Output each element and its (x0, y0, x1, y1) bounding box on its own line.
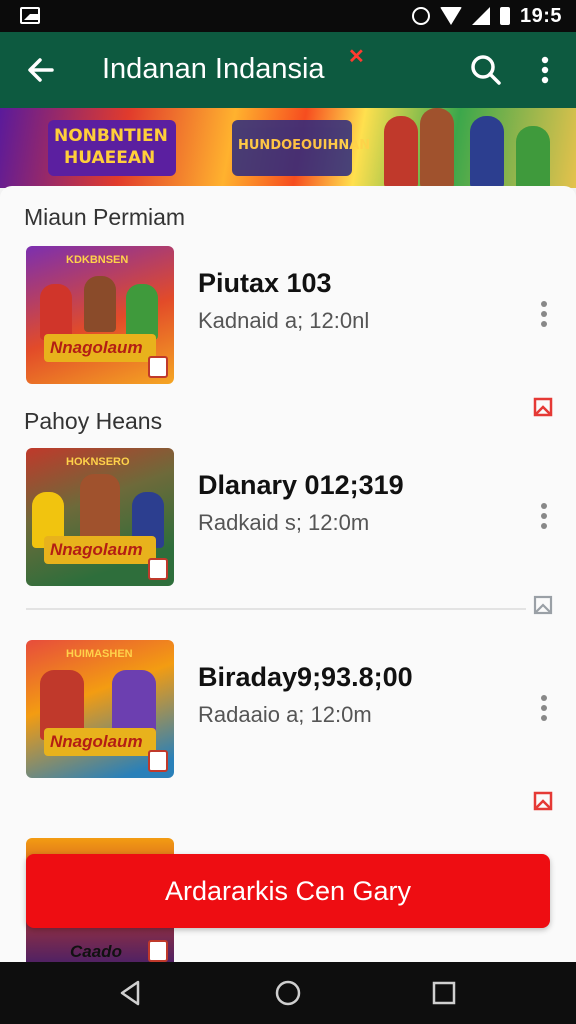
app-bar: Indanan Indansia ✕ (0, 32, 576, 108)
list-item[interactable]: HOKNSERO Nnagolaum Dlanary 012;319 Radka… (0, 448, 576, 592)
section-title: Miaun Permiam (24, 204, 186, 230)
thumb-character (80, 474, 120, 540)
more-vertical-icon (541, 503, 547, 529)
search-button[interactable] (466, 50, 506, 90)
item-subtitle: Kadnaid a; 12:0nl (198, 308, 370, 333)
item-thumbnail: KDKBNSEN Nnagolaum (26, 246, 174, 384)
signal-icon (471, 7, 490, 25)
banner-character (516, 126, 550, 188)
list-item[interactable]: KDKBNSEN Nnagolaum Piutax 103 Kadnaid a;… (0, 246, 576, 390)
thumb-character (126, 284, 158, 340)
bookmark-outline-icon[interactable] (532, 594, 554, 616)
age-rating-icon (148, 940, 168, 962)
more-vertical-icon (541, 301, 547, 327)
item-more-button[interactable] (532, 496, 556, 536)
thumb-caption: Caado (70, 942, 122, 961)
item-thumbnail: HUIMASHEN Nnagolaum (26, 640, 174, 778)
more-vertical-icon (541, 695, 547, 721)
battery-icon (499, 7, 510, 25)
gallery-icon (20, 7, 40, 24)
banner-line2: HUAEEAN (64, 148, 156, 168)
banner-line1: NONBNTIEN (54, 126, 168, 146)
thumb-header: KDKBNSEN (66, 254, 129, 266)
divider (26, 608, 526, 610)
back-button[interactable] (22, 50, 62, 90)
item-subtitle: Radkaid s; 12:0m (198, 510, 370, 535)
thumb-logo: Nnagolaum (44, 536, 156, 564)
banner-line3: HUNDOEOUIHNAN (238, 138, 371, 153)
banner-logo-secondary: HUNDOEOUIHNAN (232, 120, 370, 176)
app-title: Indanan Indansia (102, 53, 325, 85)
thumb-logo: Nnagolaum (44, 728, 156, 756)
item-title: Biraday9;93.8;00 (198, 662, 413, 692)
item-thumbnail: HOKNSERO Nnagolaum (26, 448, 174, 586)
thumb-header: HUIMASHEN (66, 648, 133, 660)
thumb-caption: Nnagolaum (50, 338, 143, 357)
age-rating-icon (148, 750, 168, 772)
nav-back-icon[interactable] (116, 978, 144, 1008)
item-title: Piutax 103 (198, 268, 332, 298)
age-rating-icon (148, 356, 168, 378)
bookmark-icon[interactable] (532, 790, 554, 812)
item-more-button[interactable] (532, 294, 556, 334)
promo-banner[interactable]: NONBNTIEN HUAEEAN HUNDOEOUIHNAN (0, 108, 576, 188)
nav-recents-icon[interactable] (430, 978, 458, 1008)
system-nav-bar (0, 962, 576, 1024)
thumb-logo: Nnagolaum (44, 334, 156, 362)
close-mark-icon: ✕ (348, 46, 365, 68)
thumb-header: HOKNSERO (66, 456, 130, 468)
section-title: Pahoy Heans (24, 408, 163, 434)
status-icons: 19:5 (411, 4, 562, 28)
age-rating-icon (148, 558, 168, 580)
thumb-character (84, 276, 116, 332)
primary-action-button[interactable]: Ardararkis Cen Gary (26, 854, 550, 928)
item-subtitle: Radaaio a; 12:0m (198, 702, 372, 727)
banner-character (384, 116, 418, 188)
thumb-caption: Nnagolaum (50, 732, 143, 751)
banner-character (420, 108, 454, 188)
list-item[interactable]: HUIMASHEN Nnagolaum Biraday9;93.8;00 Rad… (0, 640, 576, 784)
more-options-button[interactable] (528, 50, 562, 90)
banner-character (470, 116, 504, 188)
wifi-icon (439, 7, 462, 25)
search-icon (471, 55, 501, 85)
item-title: Dlanary 012;319 (198, 470, 404, 500)
status-time: 19:5 (519, 4, 562, 27)
nav-home-icon[interactable] (274, 978, 302, 1008)
more-vertical-icon (541, 56, 549, 84)
status-bar: 19:5 (0, 0, 576, 32)
content-panel: Miaun Permiam KDKBNSEN Nnagolaum Piutax … (0, 186, 576, 962)
arrow-left-icon (28, 58, 54, 82)
thumb-character (40, 284, 72, 340)
alarm-icon (411, 7, 430, 25)
item-more-button[interactable] (532, 688, 556, 728)
banner-logo: NONBNTIEN HUAEEAN (48, 120, 176, 176)
thumb-caption: Nnagolaum (50, 540, 143, 559)
bookmark-icon[interactable] (532, 396, 554, 418)
